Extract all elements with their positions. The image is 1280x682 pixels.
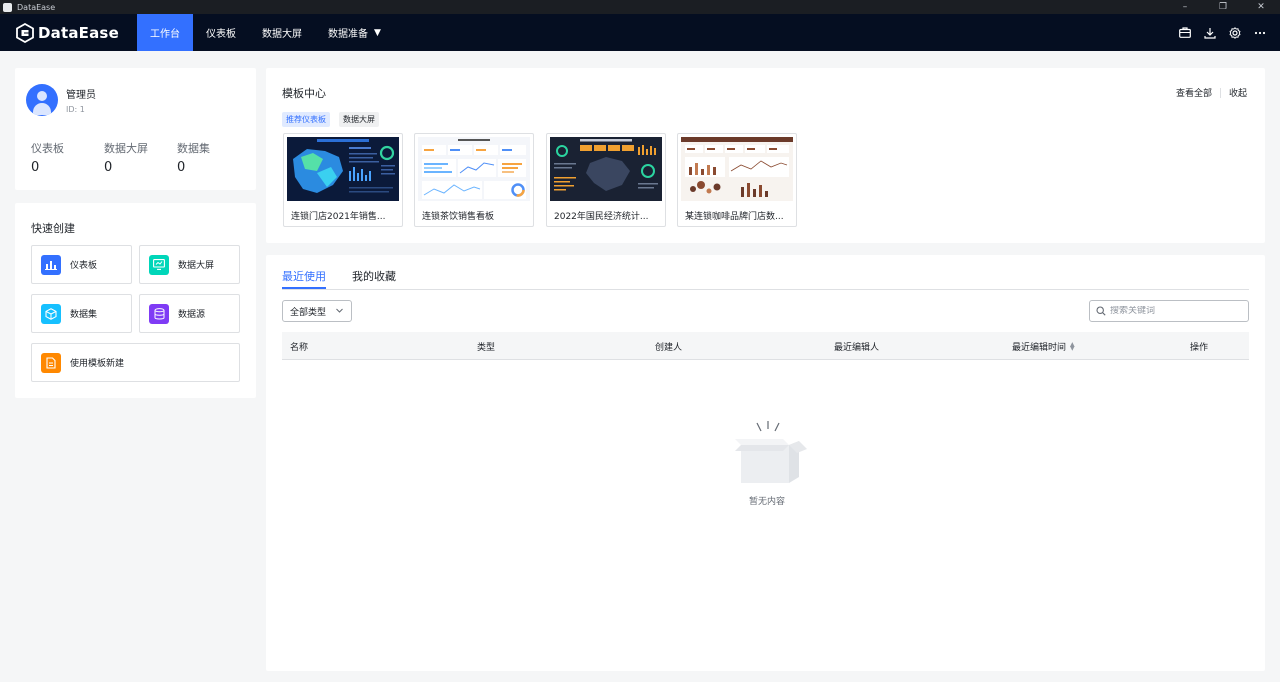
nav-label: 数据大屏: [262, 29, 302, 40]
template-thumbnail: [681, 137, 793, 201]
tab-data-screen[interactable]: 数据大屏: [339, 112, 379, 127]
nav-data-prep[interactable]: 数据准备 ▼: [315, 14, 394, 51]
template-item[interactable]: 2022年国民经济统计...: [546, 133, 666, 227]
template-name: 某连锁咖啡品牌门店数...: [685, 212, 784, 222]
dataease-logo-icon: [16, 22, 34, 43]
logo[interactable]: DataEase: [16, 22, 137, 43]
close-icon[interactable]: ✕: [1242, 0, 1280, 14]
window-titlebar: DataEase – ❐ ✕: [0, 0, 1280, 14]
stat-label: 数据集: [177, 142, 210, 155]
quick-create-label: 数据集: [70, 310, 98, 320]
create-dataset-button[interactable]: 数据集: [31, 294, 132, 333]
screen-icon: [149, 254, 169, 275]
view-all-link[interactable]: 查看全部: [1176, 86, 1212, 99]
template-item[interactable]: 某连锁咖啡品牌门店数...: [677, 133, 797, 227]
template-item[interactable]: 连锁茶饮销售看板: [414, 133, 534, 227]
divider: [1219, 87, 1221, 98]
tab-recommended-dashboard[interactable]: 推荐仪表板: [282, 112, 330, 127]
template-center-title: 模板中心: [282, 87, 326, 100]
template-name: 连锁茶饮销售看板: [422, 212, 495, 222]
collapse-link[interactable]: 收起: [1229, 86, 1247, 99]
stat-label: 仪表板: [31, 142, 64, 155]
nav-data-screen[interactable]: 数据大屏: [249, 14, 315, 51]
download-icon[interactable]: [1204, 27, 1216, 39]
caret-down-icon: ▼: [374, 27, 381, 38]
create-data-screen-button[interactable]: 数据大屏: [139, 245, 240, 284]
search-icon: [1096, 306, 1106, 316]
stat-value: 0: [177, 160, 186, 175]
minimize-icon[interactable]: –: [1166, 0, 1204, 14]
avatar: [26, 84, 58, 116]
template-thumbnail: [287, 137, 399, 201]
user-id: ID: 1: [66, 105, 85, 114]
quick-create-label: 使用模板新建: [70, 359, 125, 369]
type-filter-select[interactable]: 全部类型: [282, 300, 352, 322]
nav-label: 仪表板: [206, 29, 236, 40]
type-filter-value: 全部类型: [290, 307, 327, 318]
top-nav: DataEase 工作台 仪表板 数据大屏 数据准备 ▼: [0, 14, 1280, 51]
quick-create-card: 快速创建 仪表板 数据大屏 数据集 数据源 使用模板新建: [15, 203, 256, 398]
brand-name: DataEase: [38, 23, 119, 42]
empty-state: 暂无内容: [722, 419, 812, 507]
quick-create-label: 仪表板: [70, 261, 98, 271]
nav-right-tools: [1179, 14, 1266, 51]
column-header-actions: 操作: [1190, 343, 1209, 353]
window-title: DataEase: [17, 2, 56, 12]
table-header: 名称 类型 创建人 最近编辑人 最近编辑时间 ▲ ▼ 操作: [282, 332, 1249, 360]
active-tab-indicator: [282, 287, 326, 289]
quick-create-label: 数据大屏: [178, 261, 215, 271]
column-header-last-edit-time[interactable]: 最近编辑时间 ▲ ▼: [1012, 340, 1075, 353]
tab-divider: [282, 289, 1249, 290]
stat-dashboard: 仪表板 0: [31, 140, 64, 175]
column-header-creator: 创建人: [655, 343, 683, 353]
create-datasource-button[interactable]: 数据源: [139, 294, 240, 333]
empty-text: 暂无内容: [748, 497, 785, 507]
stat-value: 0: [31, 160, 40, 175]
create-dashboard-button[interactable]: 仪表板: [31, 245, 132, 284]
create-from-template-button[interactable]: 使用模板新建: [31, 343, 240, 382]
stat-label: 数据大屏: [104, 142, 148, 155]
recent-card: 最近使用 我的收藏 全部类型 名称 类型 创建人 最近编辑人 最近编辑时间 ▲▼…: [266, 255, 1265, 671]
template-thumbnail: [418, 137, 530, 201]
template-center-card: 模板中心 查看全部 收起 推荐仪表板 数据大屏 连锁门店2021年销售... 连…: [266, 68, 1265, 243]
template-item[interactable]: 连锁门店2021年销售...: [283, 133, 403, 227]
tab-favorites[interactable]: 我的收藏: [352, 268, 396, 284]
database-icon: [149, 303, 169, 324]
column-header-name: 名称: [290, 343, 309, 353]
nav-label: 数据准备: [328, 29, 368, 40]
template-name: 连锁门店2021年销售...: [291, 212, 386, 222]
chevron-down-icon: [335, 306, 344, 318]
stat-data-screen: 数据大屏 0: [104, 140, 148, 175]
search-field[interactable]: [1089, 300, 1249, 322]
settings-icon[interactable]: [1229, 26, 1241, 39]
bar-chart-icon: [41, 254, 61, 275]
search-input[interactable]: [1110, 306, 1240, 316]
nav-workbench[interactable]: 工作台: [137, 14, 193, 51]
cube-icon: [41, 303, 61, 324]
stat-dataset: 数据集 0: [177, 140, 210, 175]
nav-label: 工作台: [150, 29, 180, 40]
stat-value: 0: [104, 160, 113, 175]
user-name: 管理员: [66, 90, 96, 101]
template-icon: [41, 352, 61, 373]
quick-create-title: 快速创建: [31, 222, 75, 235]
template-thumbnail: [550, 137, 662, 201]
column-header-last-editor: 最近编辑人: [834, 343, 880, 353]
tab-recent[interactable]: 最近使用: [282, 268, 326, 284]
nav-dashboard[interactable]: 仪表板: [193, 14, 249, 51]
briefcase-icon[interactable]: [1179, 27, 1191, 39]
more-icon[interactable]: [1254, 27, 1266, 39]
template-name: 2022年国民经济统计...: [554, 212, 649, 222]
quick-create-label: 数据源: [178, 310, 206, 320]
maximize-icon[interactable]: ❐: [1204, 0, 1242, 14]
app-icon: [3, 2, 12, 12]
template-actions: 查看全部 收起: [1176, 86, 1247, 99]
empty-box-icon: [735, 421, 807, 483]
column-header-label: 最近编辑时间: [1012, 343, 1067, 353]
column-header-type: 类型: [477, 343, 496, 353]
user-card: 管理员 ID: 1 仪表板 0 数据大屏 0 数据集 0: [15, 68, 256, 190]
sort-icon[interactable]: ▲ ▼: [1070, 341, 1075, 351]
window-controls: – ❐ ✕: [1166, 0, 1280, 14]
